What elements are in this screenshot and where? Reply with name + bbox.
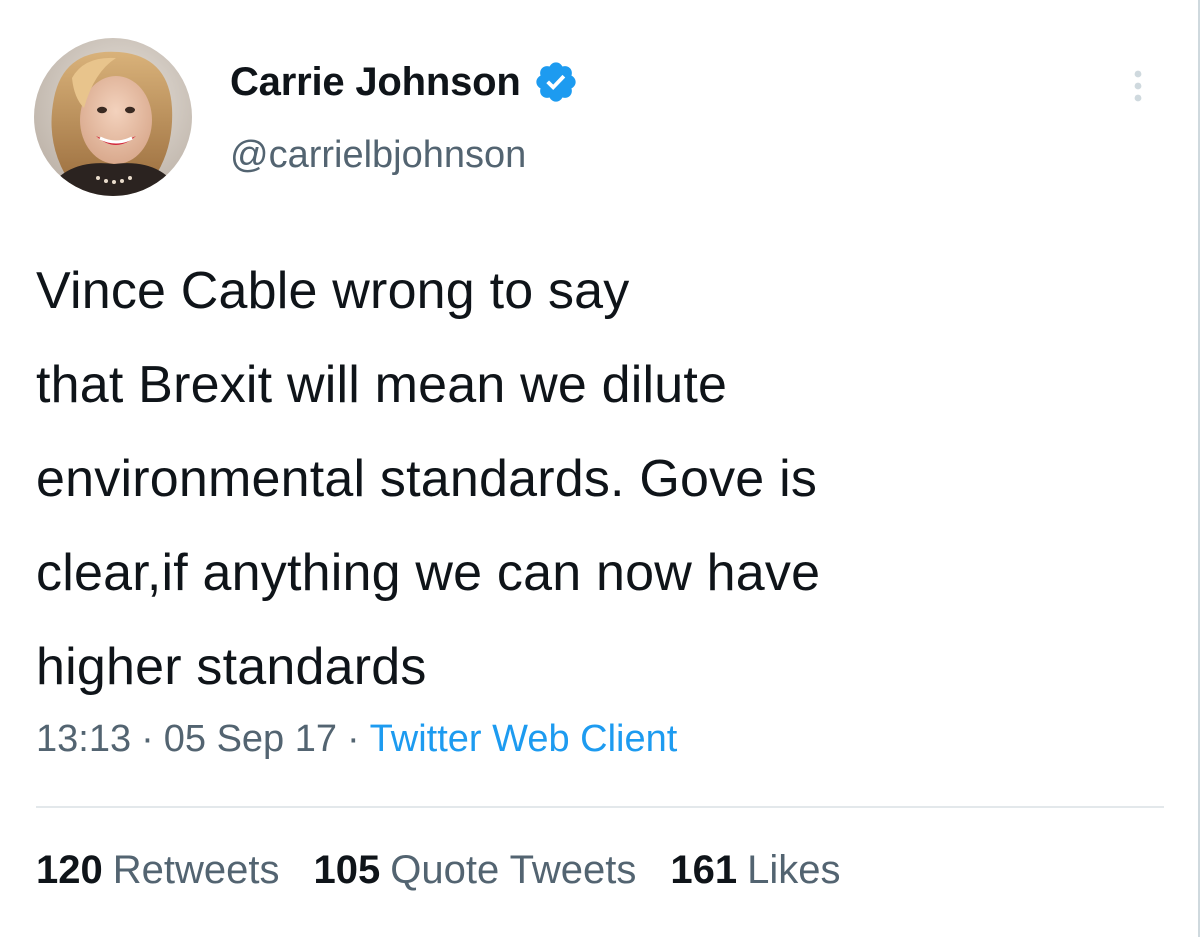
tweet-text-line: that Brexit will mean we dilute bbox=[36, 356, 728, 414]
tweet-time[interactable]: 13:13 bbox=[36, 718, 131, 760]
tweet-source-link[interactable]: Twitter Web Client bbox=[370, 718, 678, 760]
retweets-count: 120 bbox=[36, 848, 103, 892]
meta-separator: · bbox=[347, 718, 360, 760]
divider bbox=[36, 806, 1164, 808]
author-name-row[interactable]: Carrie Johnson bbox=[230, 56, 579, 108]
likes-label: Likes bbox=[747, 848, 841, 892]
tweet-card: Carrie Johnson @carrielbjohnson Vince Ca… bbox=[0, 0, 1200, 937]
author-handle[interactable]: @carrielbjohnson bbox=[230, 134, 526, 177]
tweet-meta: 13:13 · 05 Sep 17 · Twitter Web Client bbox=[36, 718, 677, 761]
avatar[interactable] bbox=[34, 38, 192, 196]
tweet-text-line: higher standards bbox=[36, 638, 427, 696]
quote-tweets-count: 105 bbox=[313, 848, 381, 892]
tweet-stats: 120 Retweets 105 Quote Tweets 161 Likes bbox=[36, 848, 840, 893]
tweet-text: Vince Cable wrong to say that Brexit wil… bbox=[36, 244, 1166, 714]
quote-tweets-stat[interactable]: 105 Quote Tweets bbox=[314, 848, 637, 893]
profile-photo-icon bbox=[34, 38, 192, 196]
tweet-date[interactable]: 05 Sep 17 bbox=[164, 718, 337, 760]
verified-badge-icon bbox=[533, 59, 579, 105]
more-vertical-icon[interactable] bbox=[1124, 66, 1152, 106]
tweet-text-line: environmental standards. Gove is bbox=[36, 450, 818, 508]
retweets-stat[interactable]: 120 Retweets bbox=[36, 848, 280, 893]
likes-stat[interactable]: 161 Likes bbox=[670, 848, 840, 893]
author-display-name[interactable]: Carrie Johnson bbox=[230, 60, 521, 105]
likes-count: 161 bbox=[670, 848, 738, 892]
tweet-text-line: clear,if anything we can now have bbox=[36, 544, 821, 602]
tweet-text-line: Vince Cable wrong to say bbox=[36, 262, 630, 320]
retweets-label: Retweets bbox=[112, 848, 280, 892]
quote-tweets-label: Quote Tweets bbox=[390, 848, 637, 892]
meta-separator: · bbox=[141, 718, 154, 760]
